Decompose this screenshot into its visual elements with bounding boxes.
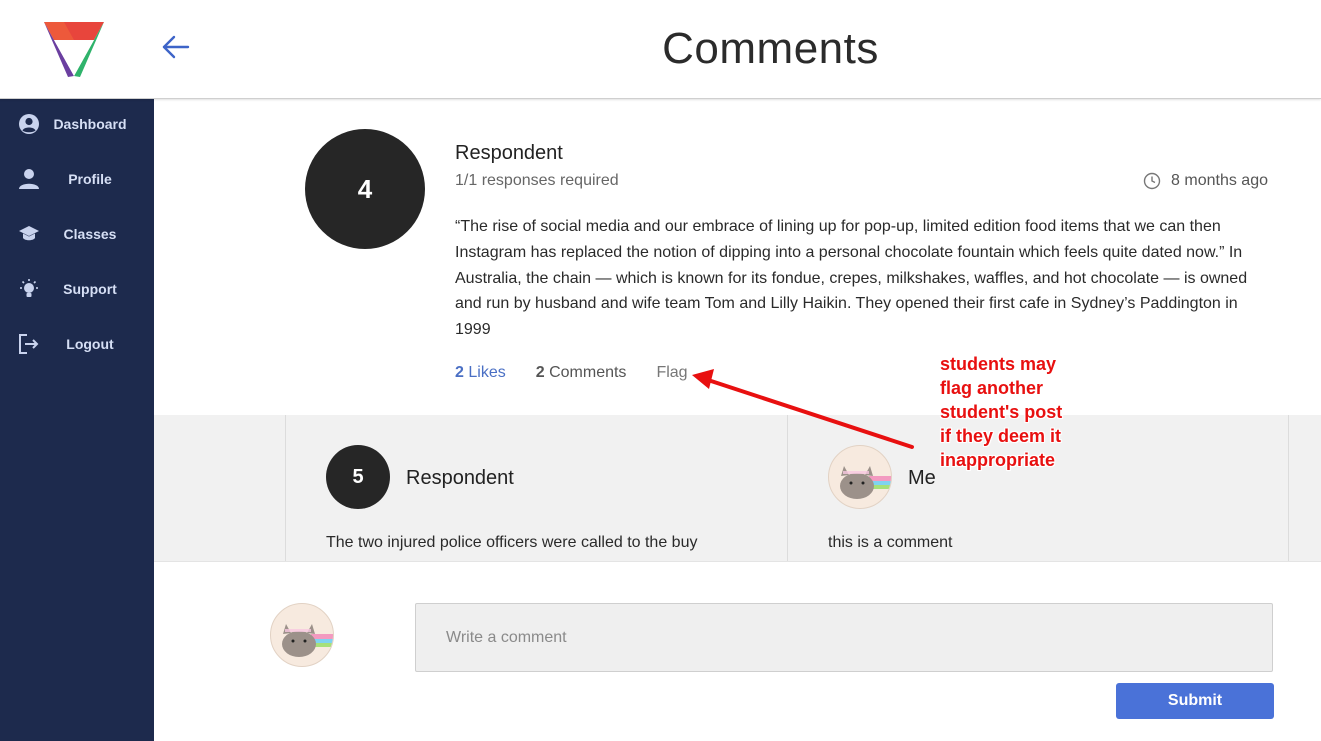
compose-area: Submit: [154, 561, 1321, 741]
sidebar-item-label: Dashboard: [53, 116, 127, 132]
lightbulb-icon: [20, 279, 38, 297]
comment-author: Respondent: [406, 467, 514, 489]
user-avatar: [270, 603, 334, 667]
annotation-line: if they deem it: [940, 426, 1062, 446]
logout-icon: [19, 334, 39, 354]
post-author: Respondent: [455, 142, 563, 164]
sidebar-item-profile[interactable]: Profile: [0, 159, 154, 199]
sidebar: Dashboard Profile Classes Support Logout: [0, 99, 154, 741]
top-bar: Comments: [0, 0, 1321, 99]
sidebar-item-label: Logout: [66, 336, 114, 352]
graduation-cap-icon: [19, 226, 39, 241]
sidebar-item-support[interactable]: Support: [0, 269, 154, 309]
comment-input[interactable]: [415, 603, 1273, 672]
comments-list[interactable]: 5 Respondent The two injured police offi…: [154, 415, 1321, 561]
comments-count: 2: [535, 364, 545, 381]
comments-label: Comments: [549, 364, 627, 381]
comment-text: this is a comment: [828, 534, 953, 551]
sidebar-item-label: Profile: [68, 171, 112, 187]
post-actions: 2 Likes 2 Comments Flag: [455, 364, 688, 382]
annotation-line: flag another: [940, 378, 1044, 398]
post-time-text: 8 months ago: [1171, 172, 1268, 189]
post-body: “The rise of social media and our embrac…: [455, 218, 1248, 339]
comment-card: 5 Respondent The two injured police offi…: [285, 415, 787, 561]
sidebar-item-dashboard[interactable]: Dashboard: [0, 104, 154, 144]
post-timestamp: 8 months ago: [1143, 172, 1268, 190]
flag-link[interactable]: Flag: [656, 364, 687, 382]
likes-label: Likes: [468, 364, 506, 381]
respondent-avatar: 4: [305, 129, 425, 249]
respondent-avatar: 5: [326, 445, 390, 509]
comments-link[interactable]: 2 Comments: [536, 364, 627, 382]
person-icon: [19, 169, 39, 189]
cat-avatar: [828, 445, 892, 509]
sidebar-item-logout[interactable]: Logout: [0, 324, 154, 364]
clock-icon: [1143, 172, 1161, 190]
annotation-line: students may: [940, 354, 1057, 374]
sidebar-item-label: Classes: [63, 226, 117, 242]
likes-link[interactable]: 2 Likes: [455, 364, 506, 382]
page-title: Comments: [662, 24, 879, 73]
post-subtitle: 1/1 responses required: [455, 172, 619, 189]
annotation-note: students may flag another student's post…: [940, 352, 1100, 472]
comment-text: The two injured police officers were cal…: [326, 534, 698, 551]
annotation-line: inappropriate: [940, 450, 1056, 470]
sidebar-item-classes[interactable]: Classes: [0, 214, 154, 254]
likes-count: 2: [455, 364, 464, 381]
submit-button[interactable]: Submit: [1116, 683, 1274, 719]
comment-author: Me: [908, 467, 936, 489]
annotation-line: student's post: [940, 402, 1063, 422]
post-card: 4 Respondent 1/1 responses required 8 mo…: [154, 100, 1321, 415]
user-circle-icon: [19, 114, 39, 134]
sidebar-item-label: Support: [63, 281, 117, 297]
